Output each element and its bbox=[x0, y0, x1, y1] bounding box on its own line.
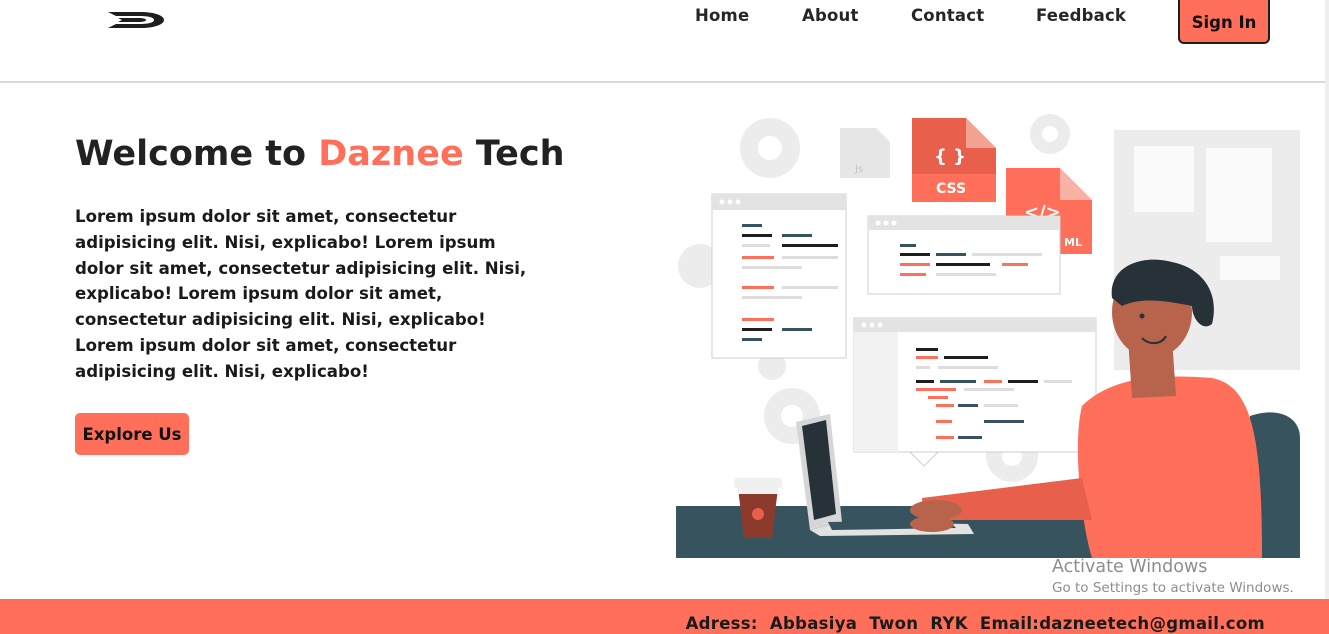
svg-text:Js: Js bbox=[854, 164, 863, 175]
document-icon: { } CSS bbox=[912, 118, 996, 202]
title-prefix: Welcome to bbox=[75, 134, 319, 174]
footer-contact: Adress: Abbasiya Twon RYK Email:dazneete… bbox=[685, 614, 1265, 633]
developer-illustration: Js { } CSS </> ML bbox=[676, 114, 1300, 558]
nav-feedback[interactable]: Feedback bbox=[1036, 6, 1126, 25]
code-window bbox=[853, 317, 1097, 467]
svg-text:CSS: CSS bbox=[936, 181, 966, 197]
hero-description: Lorem ipsum dolor sit amet, consectetur … bbox=[75, 207, 527, 381]
scrollbar-track[interactable] bbox=[1325, 0, 1329, 634]
nav-contact[interactable]: Contact bbox=[911, 6, 984, 25]
code-window bbox=[711, 193, 847, 359]
site-header: Home About Contact Feedback Sign In bbox=[0, 0, 1329, 83]
site-footer: Adress: Abbasiya Twon RYK Email:dazneete… bbox=[0, 599, 1329, 634]
hero-title: Welcome to Daznee Tech bbox=[75, 134, 565, 174]
code-window bbox=[867, 215, 1061, 295]
svg-text:ML: ML bbox=[1064, 236, 1082, 249]
title-suffix: Tech bbox=[463, 134, 565, 174]
activation-watermark: Activate Windows Go to Settings to activ… bbox=[1052, 557, 1294, 596]
explore-us-button[interactable]: Explore Us bbox=[75, 413, 189, 455]
title-accent: Daznee bbox=[318, 134, 464, 174]
nav-home[interactable]: Home bbox=[695, 6, 749, 25]
svg-text:{ }: { } bbox=[934, 146, 966, 167]
watermark-subtitle: Go to Settings to activate Windows. bbox=[1052, 580, 1294, 596]
sign-in-button[interactable]: Sign In bbox=[1178, 0, 1270, 44]
document-icon: Js bbox=[840, 128, 890, 178]
nav-about[interactable]: About bbox=[802, 6, 859, 25]
watermark-title: Activate Windows bbox=[1052, 557, 1208, 577]
logo-d-icon[interactable] bbox=[104, 8, 168, 32]
